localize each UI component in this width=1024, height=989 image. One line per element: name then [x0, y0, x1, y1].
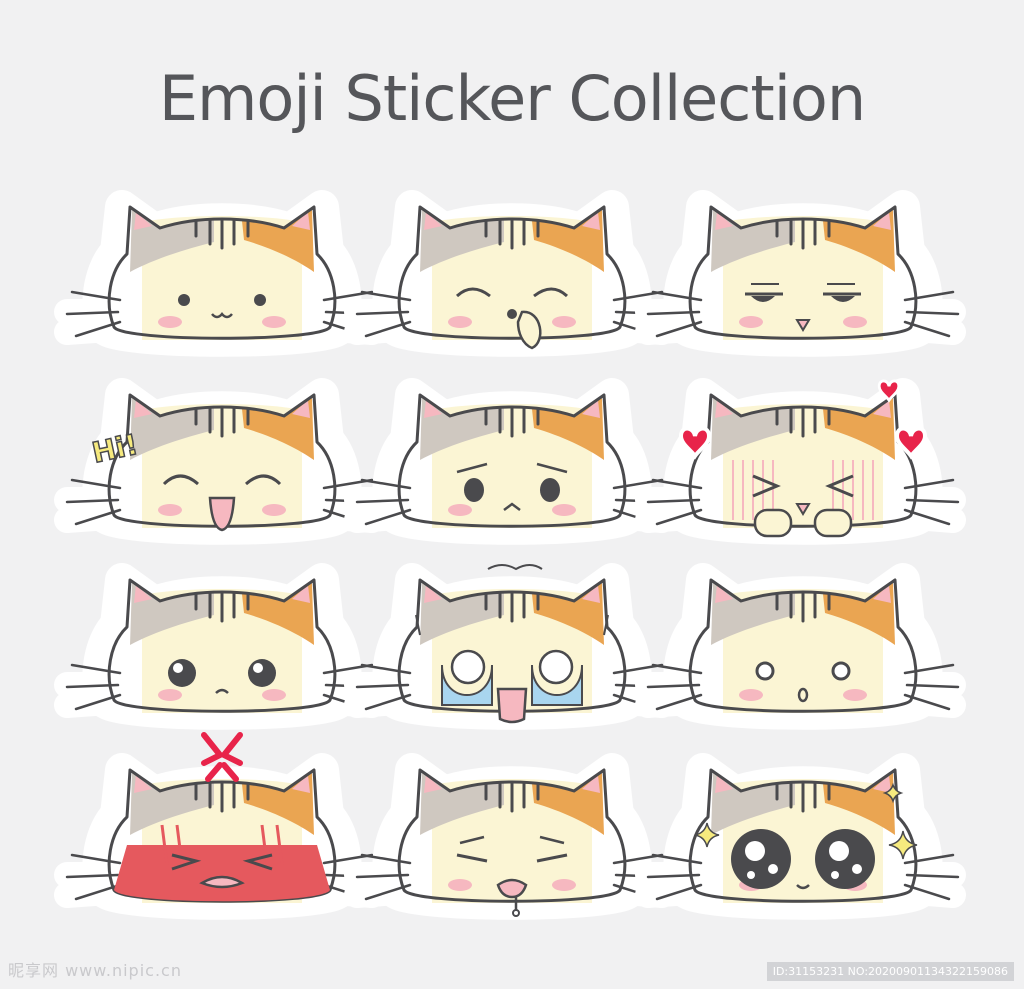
cat-head — [54, 563, 385, 730]
blush-left — [158, 316, 182, 328]
blush-right — [262, 316, 286, 328]
cat-sticker-neutral — [54, 172, 385, 372]
cat-sticker-hi: Hi! — [54, 360, 385, 560]
cat-head — [54, 190, 385, 357]
blush-right — [552, 879, 576, 891]
cat-sticker-love — [635, 360, 966, 560]
cat-sticker-crying — [344, 545, 675, 745]
blush-right — [843, 316, 867, 328]
cat-sticker-giggle — [344, 172, 675, 372]
cat-head — [635, 563, 966, 730]
cat-sticker-starry-eyed — [635, 735, 966, 935]
cat-head — [344, 190, 675, 357]
cat-head — [344, 378, 675, 545]
blush-left — [448, 316, 472, 328]
blush-right — [552, 316, 576, 328]
sticker-grid: Hi! — [0, 0, 1024, 989]
watermark-bar: 昵享网 www.nipic.cn ID:31153231 NO:20200901… — [0, 955, 1024, 989]
cat-sticker-teary — [54, 545, 385, 745]
blush-left — [739, 316, 763, 328]
cat-sticker-sad — [344, 360, 675, 560]
blush-right — [843, 689, 867, 701]
cat-sticker-angry — [54, 732, 385, 935]
cat-sticker-drool — [344, 735, 675, 935]
cat-sticker-surprised — [635, 545, 966, 745]
blush-left — [448, 879, 472, 891]
blush-right — [552, 504, 576, 516]
watermark-left: 昵享网 www.nipic.cn — [8, 961, 182, 980]
blush-left — [448, 504, 472, 516]
blush-left — [158, 504, 182, 516]
cat-head — [635, 753, 966, 920]
cat-sticker-unimpressed — [635, 172, 966, 372]
blush-right — [262, 504, 286, 516]
blush-left — [158, 689, 182, 701]
blush-right — [262, 689, 286, 701]
watermark-right: ID:31153231 NO:20200901134322159086 — [766, 962, 1014, 981]
blush-left — [739, 689, 763, 701]
